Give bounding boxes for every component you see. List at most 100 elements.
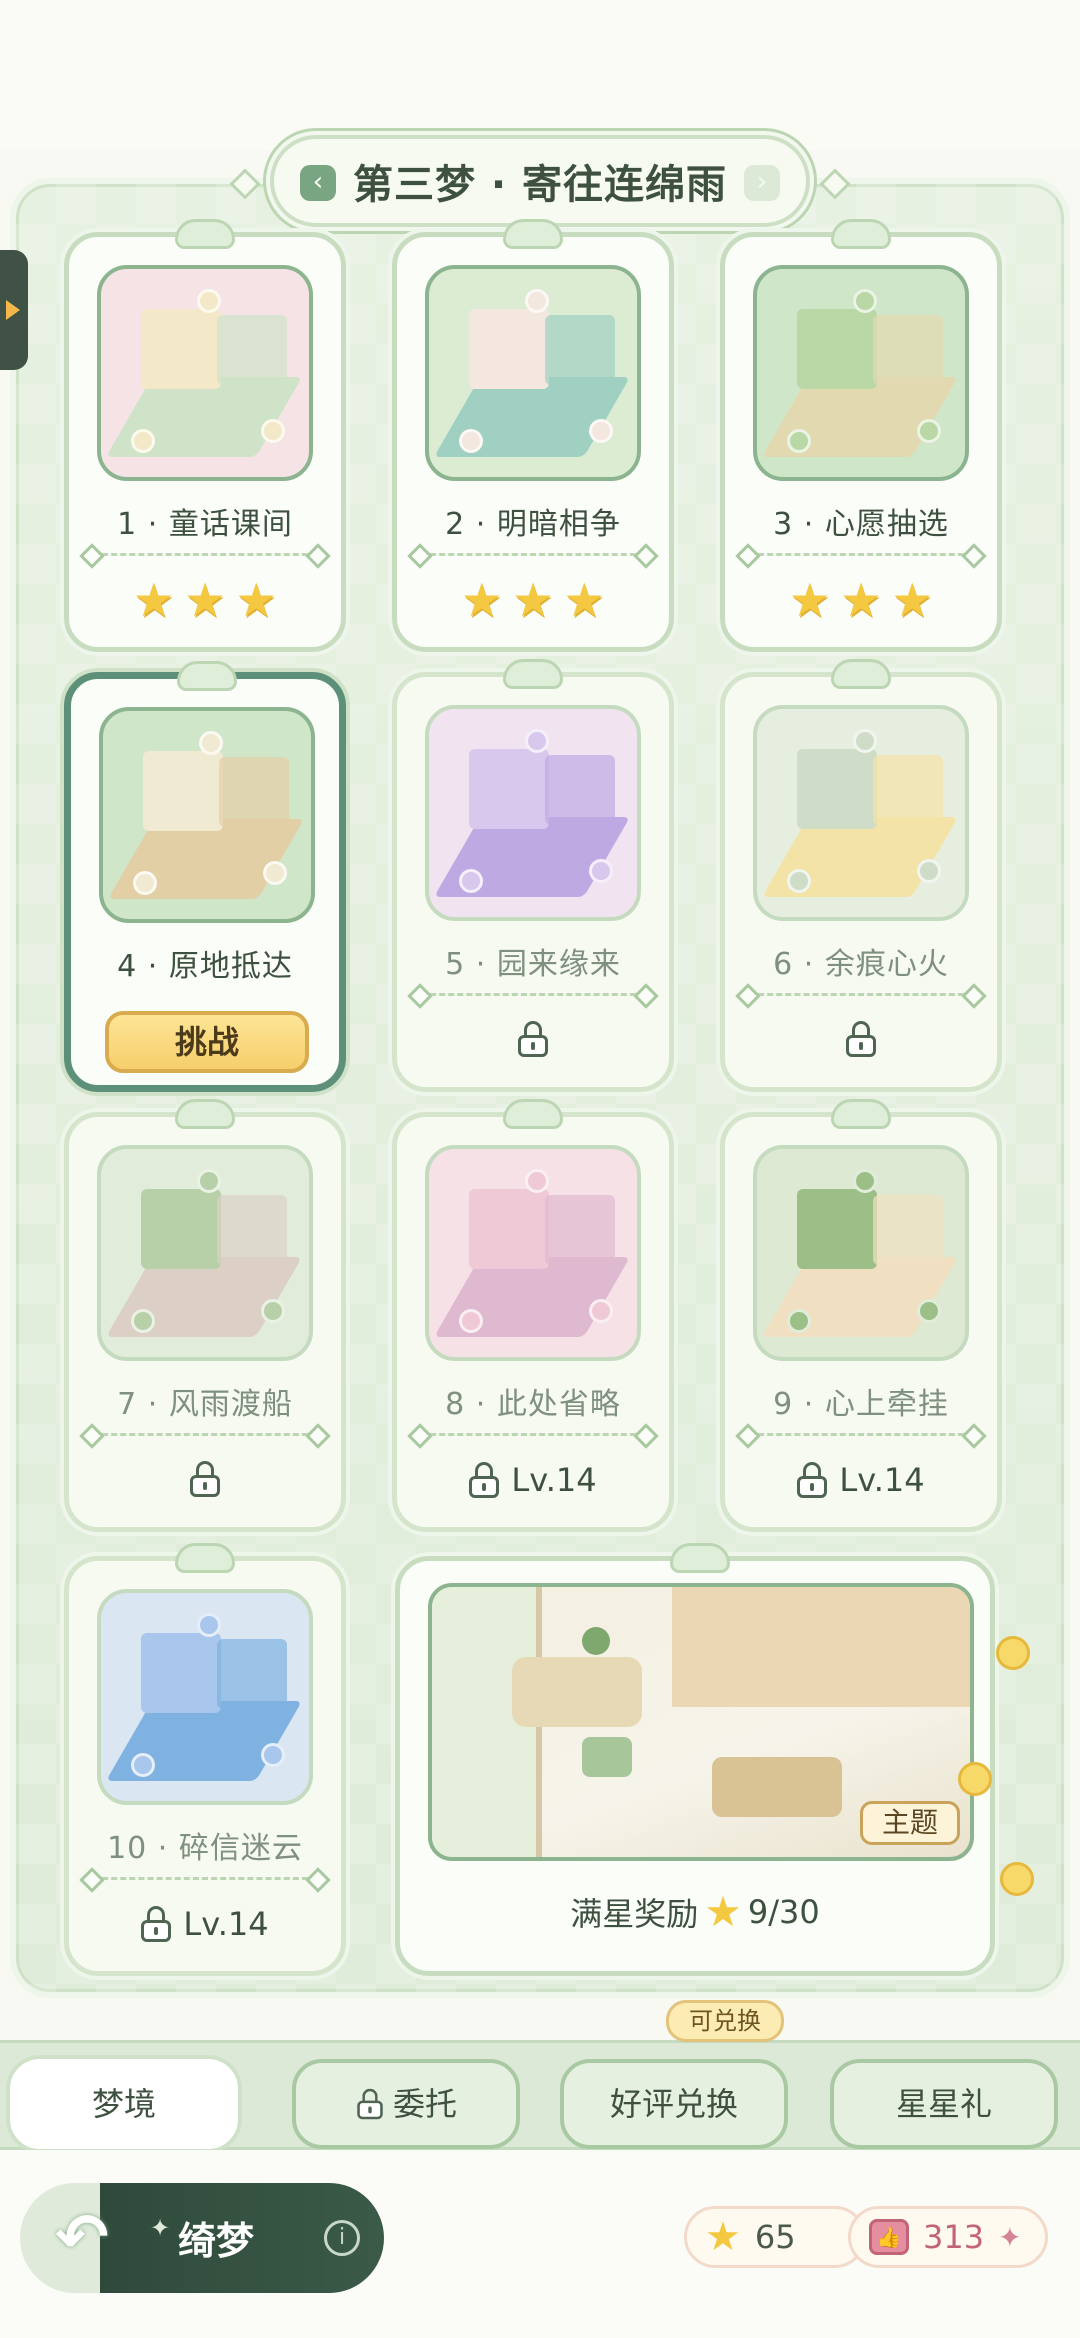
room-decoration <box>131 1753 155 1777</box>
room-wall <box>217 315 287 385</box>
side-drawer-tab[interactable] <box>0 250 28 370</box>
tab-dreamland[interactable]: 梦境 <box>10 2059 238 2149</box>
stool <box>582 1737 632 1777</box>
lock-icon <box>518 1021 548 1057</box>
lock-icon <box>190 1461 220 1497</box>
dashed-divider <box>421 993 645 996</box>
stage-thumbnail <box>99 707 315 923</box>
room-decoration <box>261 419 285 443</box>
lock-icon <box>141 1906 172 1942</box>
lock-status: Lv.14 <box>725 1461 997 1499</box>
dashed-divider <box>749 553 973 556</box>
challenge-button[interactable]: 挑战 <box>105 1011 309 1073</box>
room-decoration <box>197 289 221 313</box>
room-decoration <box>853 289 877 313</box>
bottom-tab-bar: 梦境 委托 好评兑换 星星礼 <box>0 2040 1080 2150</box>
room-wall <box>469 749 549 829</box>
stage-thumbnail <box>753 265 969 481</box>
star-icon: ★ <box>789 573 831 627</box>
room-decoration <box>589 419 613 443</box>
star-icon: ★ <box>133 573 175 627</box>
card-cap-deco <box>503 219 563 249</box>
flower-deco-icon <box>1000 1862 1034 1896</box>
dashed-divider <box>749 993 973 996</box>
tab-star-gift[interactable]: 星星礼 <box>830 2059 1058 2149</box>
lock-status <box>725 1021 997 1057</box>
add-icon[interactable]: ✦ <box>998 2221 1021 2254</box>
like-count-value: 313 <box>923 2218 985 2256</box>
stage-name: 4 · 原地抵达 <box>117 949 293 984</box>
theme-tag: 主题 <box>860 1801 960 1845</box>
star-icon: ★ <box>705 2214 741 2260</box>
prev-chapter-button[interactable]: ‹ <box>300 165 336 201</box>
chevron-right-icon <box>6 300 20 320</box>
tab-review-exchange[interactable]: 好评兑换 <box>560 2059 788 2149</box>
level-requirement: Lv.14 <box>839 1461 925 1499</box>
room-wall <box>545 1195 615 1265</box>
room-decoration <box>917 1299 941 1323</box>
room-wall <box>469 309 549 389</box>
stage-thumbnail <box>425 1145 641 1361</box>
stage-card[interactable]: 2 · 明暗相争 ★ ★ ★ <box>392 219 674 652</box>
stage-card[interactable]: 4 · 原地抵达挑战 <box>64 661 346 1092</box>
room-decoration <box>459 869 483 893</box>
room-wall <box>141 309 221 389</box>
room-wall <box>141 1633 221 1713</box>
lock-icon <box>797 1462 828 1498</box>
room-wall <box>797 1189 877 1269</box>
lock-status: Lv.14 <box>69 1905 341 1943</box>
chapter-title: 第三梦 · 寄往连绵雨 <box>352 162 728 208</box>
dashed-divider <box>93 1877 317 1880</box>
flower-deco-icon <box>958 1762 992 1796</box>
island-counter <box>512 1657 642 1727</box>
room-decoration <box>131 1309 155 1333</box>
stage-card[interactable]: 1 · 童话课间 ★ ★ ★ <box>64 219 346 652</box>
reward-theme-preview: 主题 <box>428 1583 974 1861</box>
room-decoration <box>589 1299 613 1323</box>
info-icon[interactable]: i <box>324 2220 360 2256</box>
full-star-reward-card[interactable]: 主题 满星奖励 ★ 9/30 <box>395 1543 995 1976</box>
room-wall <box>469 1189 549 1269</box>
stage-card[interactable]: 8 · 此处省略 Lv.14 <box>392 1099 674 1532</box>
flower-deco-icon <box>996 1636 1030 1670</box>
stage-card[interactable]: 7 · 风雨渡船 <box>64 1099 346 1532</box>
room-wall <box>219 757 289 827</box>
room-wall <box>545 755 615 825</box>
star-counter[interactable]: ★ 65 <box>684 2206 866 2268</box>
dining-table <box>712 1757 842 1817</box>
level-requirement: Lv.14 <box>511 1461 597 1499</box>
card-cap-deco <box>175 219 235 249</box>
card-cap-deco <box>831 659 891 689</box>
back-arrow-icon[interactable]: ↶ <box>44 2200 120 2276</box>
lock-icon <box>469 1462 500 1498</box>
dashed-divider <box>421 553 645 556</box>
next-chapter-button[interactable]: › <box>744 165 780 201</box>
stage-card[interactable]: 10 · 碎信迷云 Lv.14 <box>64 1543 346 1976</box>
exchangeable-badge: 可兑换 <box>666 2000 784 2042</box>
stage-card[interactable]: 9 · 心上牵挂 Lv.14 <box>720 1099 1002 1532</box>
dashed-divider <box>421 1433 645 1436</box>
room-decoration <box>199 731 223 755</box>
card-cap-deco <box>175 1099 235 1129</box>
room-decoration <box>263 861 287 885</box>
tab-label: 委托 <box>392 2085 457 2123</box>
room-decoration <box>787 429 811 453</box>
stage-card[interactable]: 6 · 余痕心火 <box>720 659 1002 1092</box>
room-decoration <box>261 1299 285 1323</box>
stage-card[interactable]: 5 · 园来缘来 <box>392 659 674 1092</box>
stage-name: 1 · 童话课间 <box>117 507 293 542</box>
stage-card[interactable]: 3 · 心愿抽选 ★ ★ ★ <box>720 219 1002 652</box>
plant-pot <box>582 1627 610 1655</box>
lock-icon <box>357 2088 383 2120</box>
stage-name: 3 · 心愿抽选 <box>773 507 949 542</box>
stage-thumbnail <box>753 1145 969 1361</box>
star-count-value: 65 <box>754 2218 796 2256</box>
lock-status <box>69 1461 341 1497</box>
card-cap-deco <box>177 661 237 691</box>
room-wall <box>545 315 615 385</box>
card-cap-deco <box>175 1543 235 1573</box>
tab-commission[interactable]: 委托 <box>292 2059 520 2149</box>
stage-name: 2 · 明暗相争 <box>445 507 621 542</box>
dashed-divider <box>93 1433 317 1436</box>
like-counter[interactable]: 👍 313 ✦ <box>848 2206 1048 2268</box>
